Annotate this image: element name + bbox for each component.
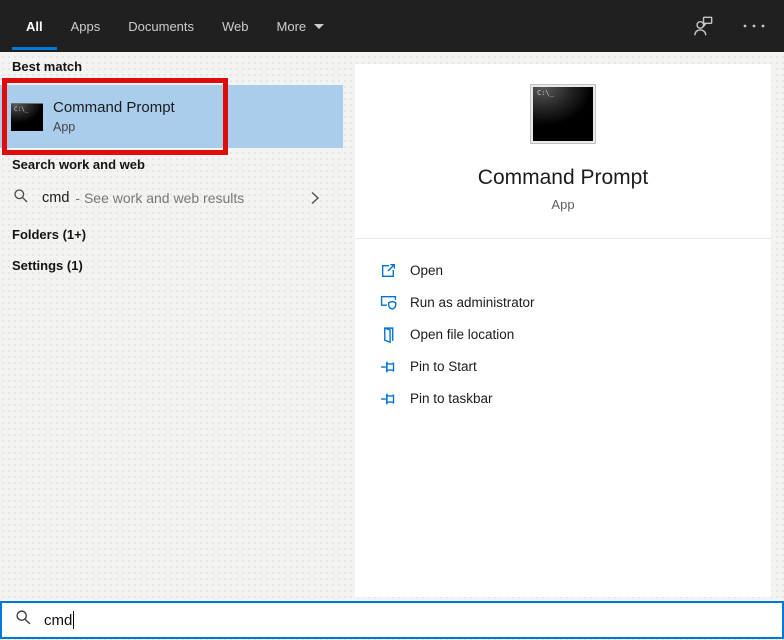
- open-icon: [381, 263, 396, 277]
- suggestion-hint: - See work and web results: [75, 190, 245, 206]
- search-work-web-header: Search work and web: [12, 157, 145, 172]
- feedback-person-icon[interactable]: [690, 13, 716, 39]
- action-run-as-administrator[interactable]: Run as administrator: [355, 286, 771, 318]
- action-pin-to-taskbar[interactable]: Pin to taskbar: [355, 382, 771, 414]
- tab-apps[interactable]: Apps: [57, 0, 115, 52]
- search-icon: [13, 188, 29, 209]
- action-pin-to-start[interactable]: Pin to Start: [355, 350, 771, 382]
- folders-group-header[interactable]: Folders (1+): [12, 227, 86, 242]
- best-match-result-command-prompt[interactable]: C:\_ Command Prompt App: [0, 85, 343, 148]
- action-label: Open file location: [410, 326, 515, 342]
- action-open[interactable]: Open: [355, 254, 771, 286]
- settings-group-header[interactable]: Settings (1): [12, 258, 83, 273]
- action-open-file-location[interactable]: Open file location: [355, 318, 771, 350]
- search-icon: [15, 609, 32, 631]
- search-input-value: cmd: [44, 611, 73, 629]
- action-label: Pin to taskbar: [410, 390, 493, 406]
- suggestion-query: cmd: [42, 190, 70, 206]
- tab-all[interactable]: All: [12, 0, 57, 52]
- result-type: App: [53, 120, 76, 134]
- web-search-suggestion-row[interactable]: cmd - See work and web results: [0, 181, 343, 215]
- tab-more-label: More: [276, 18, 307, 34]
- preview-title: Command Prompt: [477, 166, 649, 189]
- run-as-admin-shield-icon: [380, 295, 397, 310]
- action-label: Open: [410, 262, 444, 278]
- cmd-terminal-icon: C:\_: [11, 102, 43, 131]
- filter-tabs: All Apps Documents Web More: [12, 0, 338, 52]
- action-list: Open Run as administrator Open file loca…: [355, 239, 771, 414]
- preview-panel: C:\_ Command Prompt App Open Run as admi…: [355, 64, 771, 597]
- more-options-ellipsis-icon[interactable]: [742, 22, 766, 30]
- pin-icon: [381, 393, 395, 404]
- windows-search-flyout: All Apps Documents Web More Best match C…: [0, 0, 784, 640]
- text-cursor: [73, 611, 75, 629]
- best-match-header: Best match: [12, 59, 83, 74]
- tab-documents[interactable]: Documents: [114, 0, 208, 52]
- cmd-terminal-icon-large: C:\_: [531, 85, 595, 143]
- pin-icon: [381, 361, 395, 372]
- result-title: Command Prompt: [53, 99, 175, 116]
- action-label: Pin to Start: [410, 358, 477, 374]
- open-file-location-icon: [384, 326, 394, 343]
- action-label: Run as administrator: [410, 294, 535, 310]
- tab-more[interactable]: More: [263, 0, 339, 52]
- search-input[interactable]: cmd: [0, 601, 784, 639]
- chevron-down-icon: [314, 23, 325, 29]
- chevron-right-icon[interactable]: [310, 190, 320, 206]
- tab-web[interactable]: Web: [208, 0, 263, 52]
- search-filter-bar: All Apps Documents Web More: [0, 0, 784, 52]
- topbar-actions: [690, 0, 784, 52]
- preview-type: App: [551, 197, 575, 212]
